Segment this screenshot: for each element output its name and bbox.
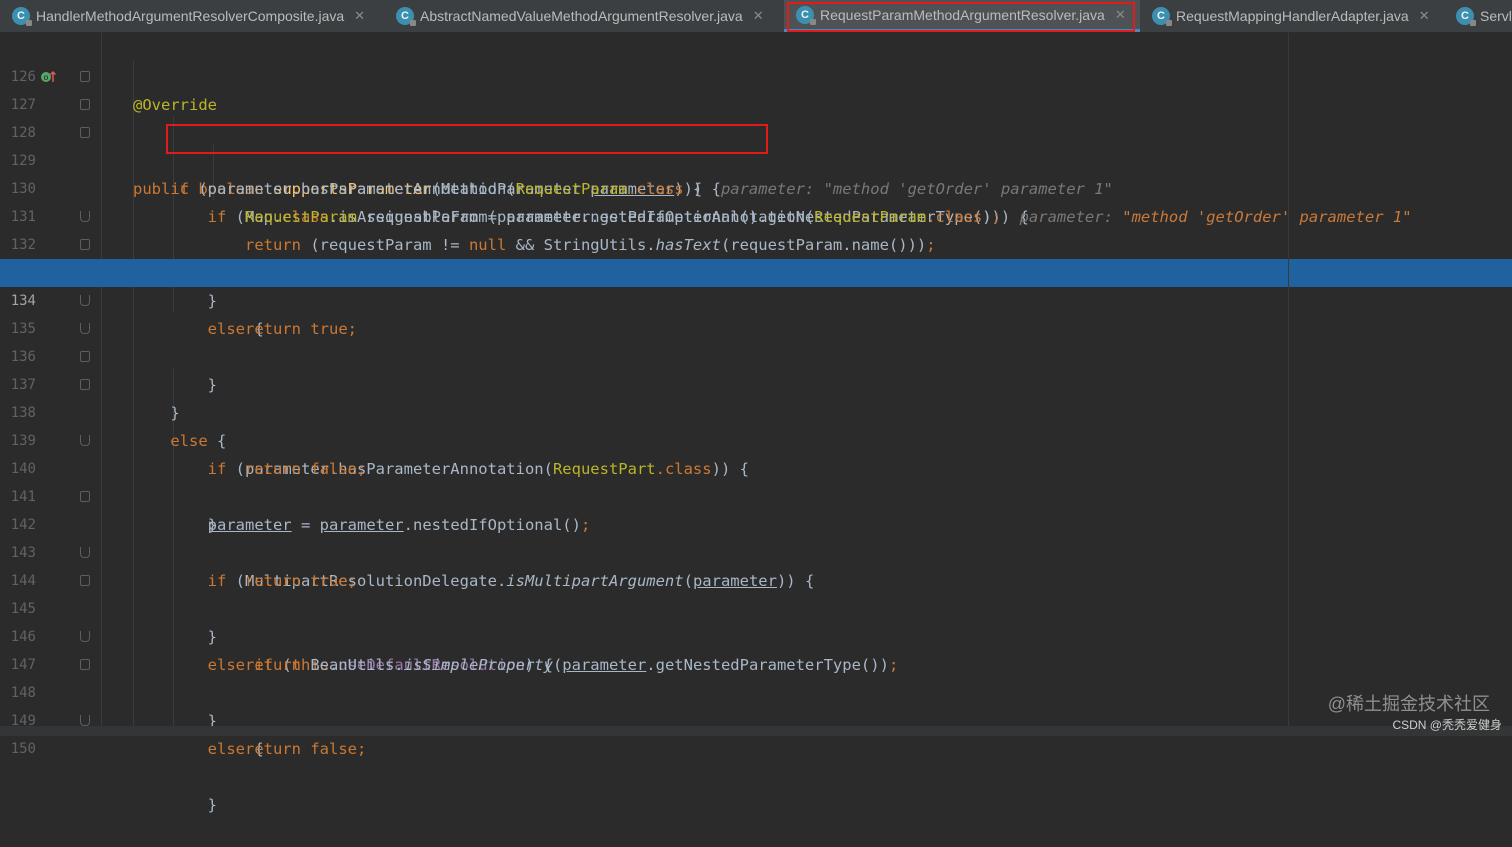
code-line: 131 return (requestParam != null && Stri… bbox=[0, 175, 1512, 254]
code-line: 146 return BeanUtils.isSimpleProperty(pa… bbox=[0, 595, 1512, 674]
fold-marker-icon[interactable] bbox=[80, 659, 90, 670]
fold-marker-icon[interactable] bbox=[80, 211, 90, 222]
java-class-icon: C bbox=[12, 7, 32, 26]
override-method-icon[interactable]: o bbox=[40, 69, 56, 85]
close-icon[interactable]: ✕ bbox=[354, 8, 365, 24]
watermark-csdn: CSDN @秃秃爱健身 bbox=[1392, 718, 1502, 732]
code-line: 145 else if (this.useDefaultResolution) … bbox=[0, 567, 1512, 674]
code-line: 149 return false; bbox=[0, 679, 1512, 758]
watermark-juejin: @稀土掘金技术社区 bbox=[1327, 694, 1490, 714]
fold-marker-icon[interactable] bbox=[80, 491, 90, 502]
code-line: 128 if (parameter.hasParameterAnnotation… bbox=[0, 91, 1512, 198]
fold-marker-icon[interactable] bbox=[80, 127, 90, 138]
code-token: ; bbox=[357, 740, 367, 758]
code-line: 148 else { bbox=[0, 651, 1512, 758]
line-number: 150 bbox=[10, 741, 36, 757]
fold-marker-icon[interactable] bbox=[80, 71, 90, 82]
fold-marker-icon[interactable] bbox=[80, 547, 90, 558]
tab-servlet[interactable]: C Servl bbox=[1444, 0, 1512, 32]
tab-label: RequestMappingHandlerAdapter.java bbox=[1176, 8, 1409, 24]
tab-label: AbstractNamedValueMethodArgumentResolver… bbox=[420, 8, 743, 24]
java-class-icon: C bbox=[1456, 7, 1476, 26]
close-icon[interactable]: ✕ bbox=[1419, 8, 1430, 24]
close-icon[interactable]: ✕ bbox=[753, 8, 764, 24]
code-line: 142 if (MultipartResolutionDelegate.isMu… bbox=[0, 483, 1512, 590]
code-line: 133 else { bbox=[0, 231, 1512, 338]
right-margin-guide bbox=[1288, 33, 1289, 736]
code-line: 138 if (parameter.hasParameterAnnotation… bbox=[0, 371, 1512, 478]
code-line: 136 } bbox=[0, 315, 1512, 422]
tab-highlight-box bbox=[787, 2, 1135, 32]
fold-marker-icon[interactable] bbox=[80, 295, 90, 306]
code-line: 143 return true; bbox=[0, 511, 1512, 590]
tab-request-mapping-handler-adapter[interactable]: C RequestMappingHandlerAdapter.java ✕ bbox=[1140, 0, 1444, 32]
editor-tab-bar: C HandlerMethodArgumentResolverComposite… bbox=[0, 0, 1512, 33]
code-line: 140 } bbox=[0, 427, 1512, 534]
java-class-icon: C bbox=[1152, 7, 1172, 26]
code-highlight-box bbox=[166, 124, 768, 154]
java-class-icon: C bbox=[396, 7, 416, 26]
code-token: false bbox=[310, 740, 357, 758]
code-line: 147 } bbox=[0, 623, 1512, 730]
fold-marker-icon[interactable] bbox=[80, 351, 90, 362]
code-token: return bbox=[244, 740, 301, 758]
fold-marker-icon[interactable] bbox=[80, 631, 90, 642]
fold-marker-icon[interactable] bbox=[80, 239, 90, 250]
fold-marker-icon[interactable] bbox=[80, 99, 90, 110]
code-line: 137 else { bbox=[0, 343, 1512, 450]
fold-marker-icon[interactable] bbox=[80, 379, 90, 390]
code-line: 141 parameter = parameter.nestedIfOption… bbox=[0, 455, 1512, 534]
code-line: 132 } bbox=[0, 203, 1512, 310]
tab-abstract-named-value-method-argument-resolver[interactable]: C AbstractNamedValueMethodArgumentResolv… bbox=[384, 0, 784, 32]
code-line: 126 @Override bbox=[0, 35, 1512, 114]
code-editor[interactable]: 126 @Override 127 o public boolean suppo… bbox=[0, 33, 1512, 814]
code-line: 127 o public boolean supportsParameter(M… bbox=[0, 63, 1512, 198]
code-line: 144 } bbox=[0, 539, 1512, 646]
current-execution-line: 134 return true; bbox=[0, 259, 1512, 338]
tab-handler-method-argument-resolver-composite[interactable]: C HandlerMethodArgumentResolverComposite… bbox=[0, 0, 384, 32]
fold-marker-icon[interactable] bbox=[80, 323, 90, 334]
tab-label: HandlerMethodArgumentResolverComposite.j… bbox=[36, 8, 345, 24]
code-line: 139 return false; bbox=[0, 399, 1512, 478]
horizontal-scrollbar[interactable] bbox=[0, 726, 1512, 736]
code-line: 135 } bbox=[0, 287, 1512, 394]
svg-text:o: o bbox=[44, 73, 49, 82]
fold-marker-icon[interactable] bbox=[80, 575, 90, 586]
tab-label: Servl bbox=[1480, 8, 1512, 24]
fold-marker-icon[interactable] bbox=[80, 435, 90, 446]
code-token: } bbox=[207, 796, 217, 814]
fold-marker-icon[interactable] bbox=[80, 715, 90, 726]
